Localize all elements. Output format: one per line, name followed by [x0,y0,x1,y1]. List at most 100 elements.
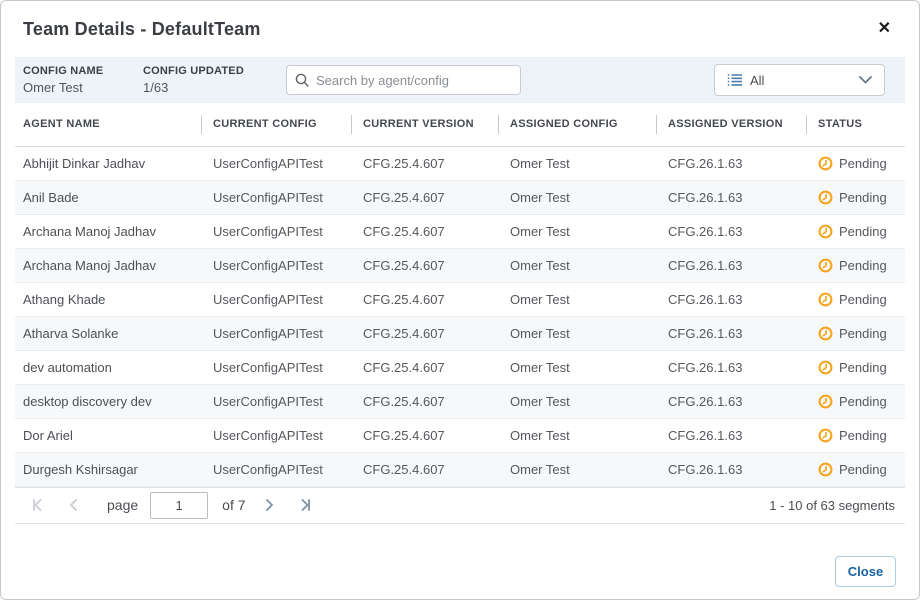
first-page-button[interactable] [27,494,49,516]
status-label: Pending [839,394,887,409]
table-row: Anil Bade UserConfigAPITest CFG.25.4.607… [15,180,905,214]
close-icon[interactable]: ✕ [874,17,895,41]
cell-current-config: UserConfigAPITest [201,248,351,282]
pending-clock-icon [818,360,833,375]
cell-assigned-config: Omer Test [498,146,656,180]
config-name-block: CONFIG NAME Omer Test [23,65,143,95]
cell-assigned-config: Omer Test [498,418,656,452]
cell-agent-name: Abhijit Dinkar Jadhav [15,146,201,180]
cell-assigned-version: CFG.26.1.63 [656,418,806,452]
cell-current-config: UserConfigAPITest [201,180,351,214]
cell-assigned-config: Omer Test [498,214,656,248]
pending-clock-icon [818,224,833,239]
cell-assigned-version: CFG.26.1.63 [656,214,806,248]
cell-assigned-version: CFG.26.1.63 [656,384,806,418]
status-label: Pending [839,224,887,239]
chevron-down-icon [859,76,872,84]
team-details-modal: Team Details - DefaultTeam ✕ CONFIG NAME… [0,0,920,600]
page-count-label: of 7 [222,497,245,513]
cell-current-config: UserConfigAPITest [201,350,351,384]
cell-agent-name: Archana Manoj Jadhav [15,214,201,248]
page-label: page [107,497,138,513]
cell-current-version: CFG.25.4.607 [351,452,498,486]
cell-assigned-config: Omer Test [498,350,656,384]
cell-current-version: CFG.25.4.607 [351,418,498,452]
column-header: AGENT NAME [15,103,201,146]
pending-clock-icon [818,292,833,307]
cell-agent-name: Anil Bade [15,180,201,214]
next-page-button[interactable] [258,494,280,516]
cell-assigned-version: CFG.26.1.63 [656,350,806,384]
cell-agent-name: Atharva Solanke [15,316,201,350]
cell-current-config: UserConfigAPITest [201,384,351,418]
search-box [286,65,521,95]
cell-agent-name: Archana Manoj Jadhav [15,248,201,282]
table-body: Abhijit Dinkar Jadhav UserConfigAPITest … [15,146,905,486]
pending-clock-icon [818,462,833,477]
column-header: CURRENT VERSION [351,103,498,146]
column-header: ASSIGNED CONFIG [498,103,656,146]
config-updated-label: CONFIG UPDATED [143,65,286,77]
status-label: Pending [839,428,887,443]
cell-current-config: UserConfigAPITest [201,316,351,350]
table-row: Archana Manoj Jadhav UserConfigAPITest C… [15,248,905,282]
cell-current-config: UserConfigAPITest [201,282,351,316]
cell-current-config: UserConfigAPITest [201,146,351,180]
status-badge: Pending [818,181,905,214]
table-row: desktop discovery dev UserConfigAPITest … [15,384,905,418]
table-row: Dor Ariel UserConfigAPITest CFG.25.4.607… [15,418,905,452]
config-updated-value: 1/63 [143,80,286,95]
cell-current-version: CFG.25.4.607 [351,146,498,180]
table-row: Atharva Solanke UserConfigAPITest CFG.25… [15,316,905,350]
pending-clock-icon [818,394,833,409]
cell-agent-name: desktop discovery dev [15,384,201,418]
cell-assigned-config: Omer Test [498,452,656,486]
pending-clock-icon [818,428,833,443]
segments-range-text: 1 - 10 of 63 segments [769,498,895,513]
close-button[interactable]: Close [835,556,896,587]
status-label: Pending [839,360,887,375]
cell-assigned-version: CFG.26.1.63 [656,248,806,282]
cell-assigned-config: Omer Test [498,316,656,350]
modal-title: Team Details - DefaultTeam [23,19,261,40]
status-badge: Pending [818,147,905,180]
status-badge: Pending [818,453,905,486]
cell-current-version: CFG.25.4.607 [351,316,498,350]
cell-assigned-config: Omer Test [498,282,656,316]
config-bar: CONFIG NAME Omer Test CONFIG UPDATED 1/6… [15,57,905,103]
config-updated-block: CONFIG UPDATED 1/63 [143,65,286,95]
cell-current-config: UserConfigAPITest [201,452,351,486]
cell-agent-name: Durgesh Kshirsagar [15,452,201,486]
status-label: Pending [839,326,887,341]
table-row: Archana Manoj Jadhav UserConfigAPITest C… [15,214,905,248]
cell-agent-name: Dor Ariel [15,418,201,452]
cell-assigned-version: CFG.26.1.63 [656,180,806,214]
cell-current-config: UserConfigAPITest [201,418,351,452]
page-number-input[interactable] [150,492,208,519]
table-row: Durgesh Kshirsagar UserConfigAPITest CFG… [15,452,905,486]
table-header-row: AGENT NAMECURRENT CONFIGCURRENT VERSIONA… [15,103,905,146]
agents-table: AGENT NAMECURRENT CONFIGCURRENT VERSIONA… [15,103,905,487]
status-badge: Pending [818,249,905,282]
table-row: dev automation UserConfigAPITest CFG.25.… [15,350,905,384]
pending-clock-icon [818,258,833,273]
last-page-button[interactable] [294,494,316,516]
filter-dropdown[interactable]: All [714,64,885,96]
cell-assigned-version: CFG.26.1.63 [656,146,806,180]
status-badge: Pending [818,317,905,350]
filter-selected-value: All [750,73,859,88]
status-badge: Pending [818,215,905,248]
config-name-value: Omer Test [23,80,143,95]
cell-agent-name: dev automation [15,350,201,384]
status-label: Pending [839,190,887,205]
search-input[interactable] [316,73,512,88]
cell-assigned-version: CFG.26.1.63 [656,452,806,486]
cell-assigned-version: CFG.26.1.63 [656,316,806,350]
status-badge: Pending [818,419,905,452]
modal-footer: Close [1,524,919,600]
config-name-label: CONFIG NAME [23,65,143,77]
previous-page-button[interactable] [63,494,85,516]
status-label: Pending [839,292,887,307]
cell-current-version: CFG.25.4.607 [351,248,498,282]
cell-assigned-version: CFG.26.1.63 [656,282,806,316]
